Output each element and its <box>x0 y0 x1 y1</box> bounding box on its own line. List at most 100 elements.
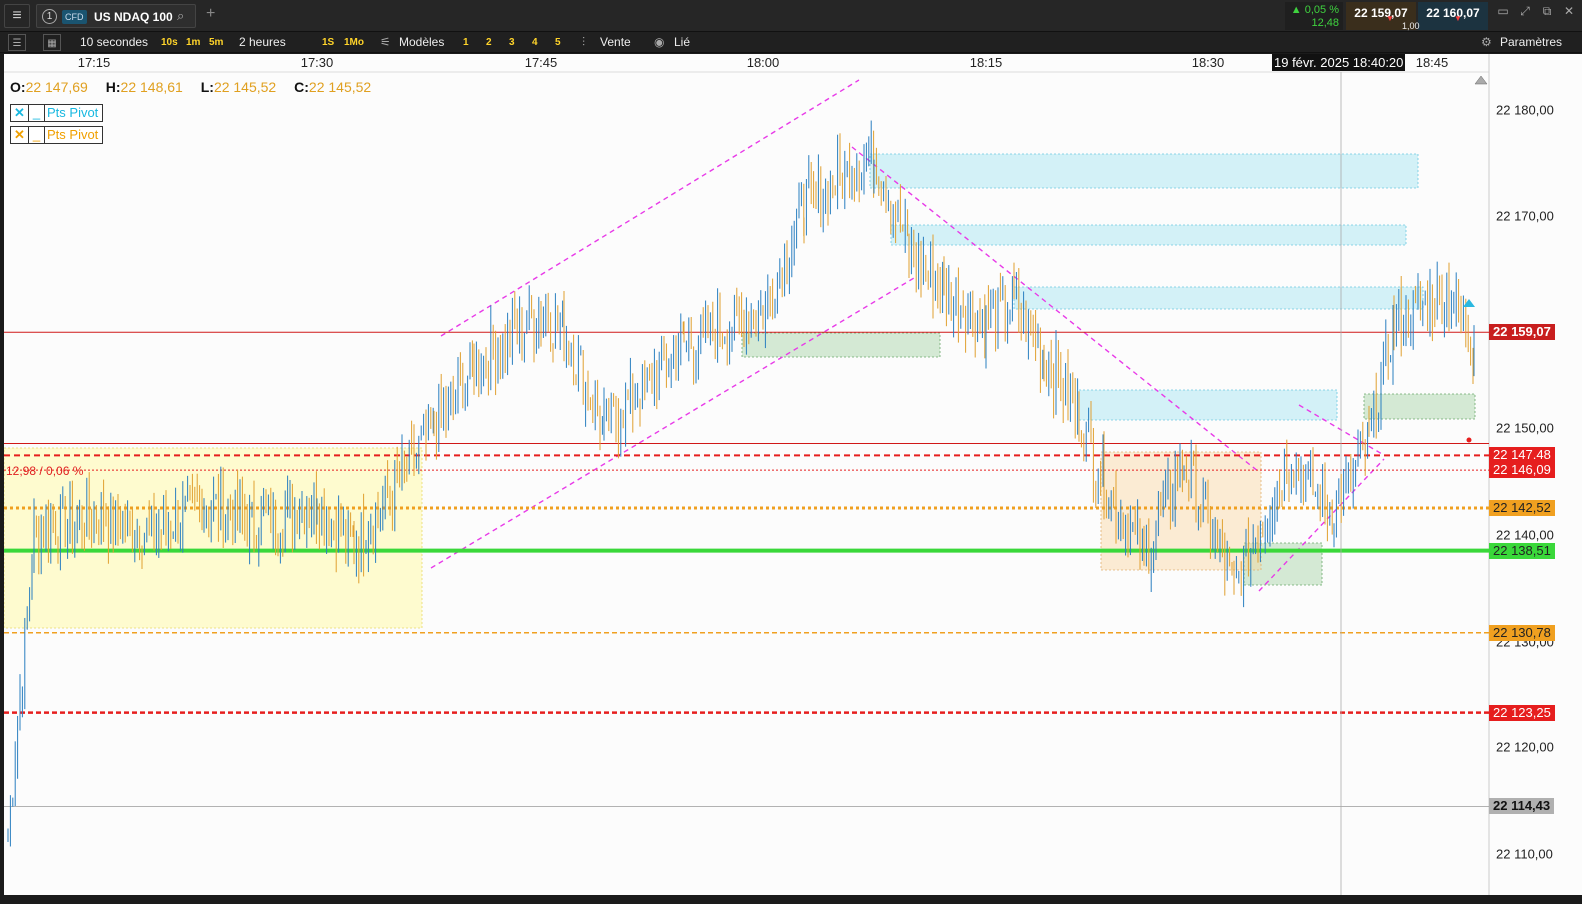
gear-icon[interactable]: ⚙ <box>1481 34 1492 51</box>
trading-app: ≡ 1 CFD US NDAQ 100 ⌕ + ▲ 0,05 % 12,48 2… <box>0 0 1582 904</box>
spread-value: 1,00 <box>1402 21 1420 31</box>
hamburger-icon[interactable]: ≡ <box>4 4 30 28</box>
instrument-tab[interactable]: 1 CFD US NDAQ 100 ⌕ <box>36 4 196 28</box>
remove-indicator-icon[interactable]: ✕ <box>11 127 29 143</box>
scroll-up-icon <box>1474 75 1488 85</box>
interval-10s[interactable]: 10s <box>161 34 178 51</box>
interval-select[interactable]: 10 secondes <box>80 34 148 51</box>
layout-1[interactable]: 1 <box>463 34 469 51</box>
layout-5[interactable]: 5 <box>555 34 561 51</box>
link-icon: ◉ <box>654 35 665 49</box>
price-chart[interactable]: 17:15 17:30 17:45 18:00 18:15 18:30 18:4… <box>4 54 1582 895</box>
bid-price: 22 159,07 <box>1354 6 1408 20</box>
chart-canvas[interactable] <box>4 54 1582 895</box>
x-tick-label: 17:30 <box>300 55 334 70</box>
expand-icon[interactable]: ⤢ <box>1514 4 1536 19</box>
period-1s[interactable]: 1S <box>322 34 334 51</box>
supply-zone <box>1013 286 1424 310</box>
ohlc-readout: O:22 147,69 H:22 148,61 L:22 145,52 C:22… <box>10 79 385 95</box>
trend-line <box>851 146 1260 473</box>
buy-price-button[interactable]: 22 160,07 ▼ <box>1418 2 1488 30</box>
price-badge: 22 146,09 <box>1489 462 1555 479</box>
alert-dot-icon <box>1466 437 1472 443</box>
layout-2[interactable]: 2 <box>486 34 492 51</box>
layout-3[interactable]: 3 <box>509 34 515 51</box>
x-tick-label: 17:15 <box>77 55 111 70</box>
pivot-indicator-1[interactable]: ✕ _ Pts Pivot <box>10 104 104 122</box>
supply-zone <box>869 153 1419 189</box>
close-value: 22 145,52 <box>308 79 372 95</box>
settings-button[interactable]: Paramètres <box>1500 34 1562 51</box>
window-controls: ▭ ⤢ ⧉ ✕ <box>1492 4 1580 19</box>
y-tick-label: 22 150,00 <box>1496 420 1554 436</box>
pivot-indicator-2[interactable]: ✕ _ Pts Pivot <box>10 126 104 144</box>
price-badge: 22 123,25 <box>1489 704 1555 721</box>
down-arrow-icon: ▼ <box>1454 14 1462 23</box>
x-tick-label: 18:15 <box>969 55 1003 70</box>
open-value: 22 147,69 <box>25 79 88 95</box>
layout-icon[interactable]: ▦ <box>43 34 61 51</box>
low-value: 22 145,52 <box>213 79 277 95</box>
trend-line <box>430 277 915 569</box>
high-value: 22 148,61 <box>120 79 183 95</box>
range-measure-label: 12,98 / 0,06 % <box>6 464 84 478</box>
change-points: 12,48 <box>1311 17 1339 29</box>
last-price-marker-icon <box>1463 299 1475 307</box>
top-bar: ≡ 1 CFD US NDAQ 100 ⌕ + ▲ 0,05 % 12,48 2… <box>0 0 1582 32</box>
pivot-indicator-label: Pts Pivot <box>47 105 99 120</box>
templates-button[interactable]: Modèles <box>399 34 444 51</box>
interval-5m[interactable]: 5m <box>209 34 223 51</box>
chart-toolbar: ☰ ▦ 10 secondes 10s 1m 5m 2 heures 1S 1M… <box>0 32 1582 53</box>
bottom-strip <box>0 895 1582 904</box>
minimize-indicator-icon[interactable]: _ <box>29 105 45 121</box>
supply-zone <box>890 224 1407 246</box>
minimize-indicator-icon[interactable]: _ <box>29 127 45 143</box>
price-badge: 22 130,78 <box>1489 624 1555 641</box>
popout-icon[interactable]: ⧉ <box>1536 4 1558 19</box>
plus-icon[interactable]: + <box>206 5 215 23</box>
price-badge: 22 138,51 <box>1489 542 1555 559</box>
cfd-badge: CFD <box>62 10 87 24</box>
y-tick-label: 22 170,00 <box>1496 208 1554 224</box>
pivot-indicator-label: Pts Pivot <box>47 127 99 142</box>
remove-indicator-icon[interactable]: ✕ <box>11 105 29 121</box>
demand-zone <box>741 332 941 358</box>
ask-price: 22 160,07 <box>1426 6 1480 20</box>
period-select[interactable]: 2 heures <box>239 34 286 51</box>
search-icon[interactable]: ⌕ <box>177 8 184 24</box>
period-1mo[interactable]: 1Mo <box>344 34 364 51</box>
interval-1m[interactable]: 1m <box>186 34 200 51</box>
price-badge: 22 114,43 <box>1489 798 1555 815</box>
x-tick-label: 18:30 <box>1191 55 1225 70</box>
down-arrow-icon: ▼ <box>1386 14 1394 23</box>
y-tick-label: 22 120,00 <box>1496 739 1554 755</box>
close-label: C: <box>294 79 309 95</box>
x-tick-label: 18:00 <box>746 55 780 70</box>
change-box: ▲ 0,05 % 12,48 <box>1285 2 1343 30</box>
y-tick-label: 22 180,00 <box>1496 102 1554 118</box>
restore-icon[interactable]: ▭ <box>1492 4 1514 18</box>
templates-icon: ⚟ <box>380 35 391 49</box>
layout-4[interactable]: 4 <box>532 34 538 51</box>
open-label: O: <box>10 79 26 95</box>
price-badge: 22 147.48 <box>1489 447 1555 464</box>
supply-zone <box>1078 389 1338 421</box>
y-tick-label: 22 140,00 <box>1496 527 1554 543</box>
price-badge: 22 142,52 <box>1489 500 1555 517</box>
x-tick-label: 18:45 <box>1415 55 1449 70</box>
list-icon[interactable]: ☰ <box>8 34 26 51</box>
tab-number: 1 <box>42 9 57 24</box>
instrument-symbol: US NDAQ 100 <box>94 10 173 24</box>
high-label: H: <box>105 79 121 95</box>
price-badge: 22 159,07 <box>1489 324 1555 341</box>
x-tick-label: 17:45 <box>524 55 558 70</box>
sell-button[interactable]: Vente <box>600 34 631 51</box>
trend-line <box>440 79 860 337</box>
low-label: L: <box>200 79 214 95</box>
close-icon[interactable]: ✕ <box>1558 4 1580 18</box>
linked-button[interactable]: Lié <box>674 34 690 51</box>
crosshair-date-label: 19 févr. 2025 18:40:20 <box>1272 54 1406 71</box>
sell-icon: ⫶ <box>582 35 586 49</box>
change-percent: ▲ 0,05 % <box>1290 4 1339 16</box>
y-tick-label: 22 110,00 <box>1496 846 1553 862</box>
